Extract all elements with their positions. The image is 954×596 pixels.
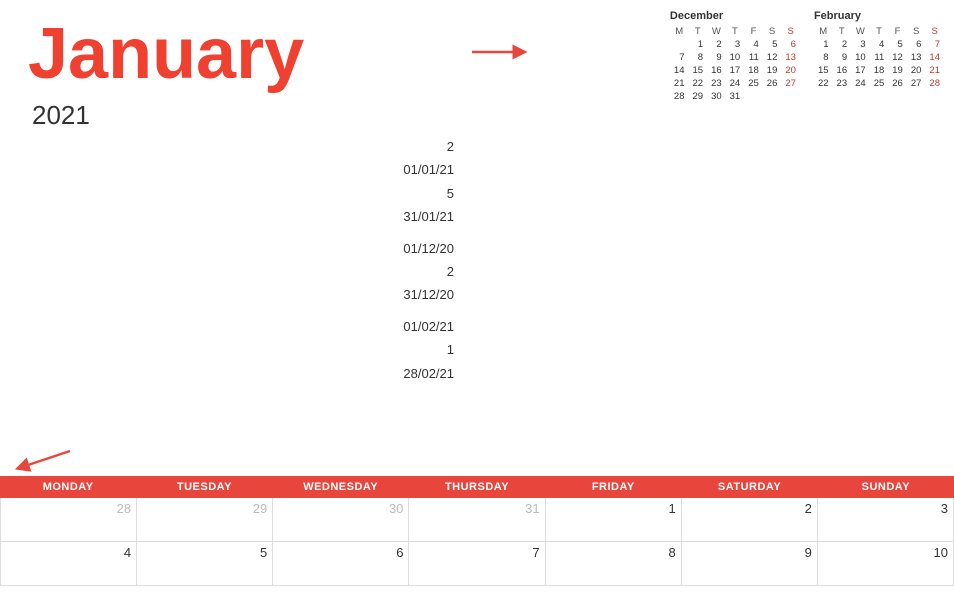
mini-cal-december-title: December xyxy=(670,10,800,22)
cal-header-cell: SATURDAY xyxy=(681,476,817,498)
cal-cell[interactable]: 3 xyxy=(818,498,954,542)
cal-header-cell: SUNDAY xyxy=(818,476,954,498)
cal-cell[interactable]: 7 xyxy=(409,542,545,586)
arrow-bottom-left xyxy=(10,445,78,478)
info-item-10: 28/02/21 xyxy=(403,362,454,385)
cal-cell[interactable]: 9 xyxy=(682,542,818,586)
info-item-7: 31/12/20 xyxy=(403,283,454,306)
mini-cal-february-title: February xyxy=(814,10,944,22)
month-title: January xyxy=(28,18,304,90)
info-item-8: 01/02/21 xyxy=(403,315,454,338)
cal-cell[interactable]: 28 xyxy=(1,498,137,542)
cal-cell[interactable]: 30 xyxy=(273,498,409,542)
info-item-3: 5 xyxy=(403,182,454,205)
mini-cal-december: December MTWTFSS 12345678910111213141516… xyxy=(670,10,800,103)
year-label: 2021 xyxy=(32,100,90,131)
calendar-body: 28293031123 45678910 xyxy=(0,498,954,586)
calendar-header: MONDAYTUESDAYWEDNESDAYTHURSDAYFRIDAYSATU… xyxy=(0,476,954,498)
cal-header-cell: THURSDAY xyxy=(409,476,545,498)
cal-cell[interactable]: 29 xyxy=(137,498,273,542)
cal-header-cell: FRIDAY xyxy=(545,476,681,498)
mini-cal-december-table: MTWTFSS 12345678910111213141516171819202… xyxy=(670,25,800,103)
main-calendar: MONDAYTUESDAYWEDNESDAYTHURSDAYFRIDAYSATU… xyxy=(0,476,954,596)
mini-cal-february-table: MTWTFSS 12345678910111213141516171819202… xyxy=(814,25,944,90)
info-item-6: 2 xyxy=(403,260,454,283)
info-section: 2 01/01/21 5 31/01/21 01/12/20 2 31/12/2… xyxy=(403,135,454,385)
mini-cal-february: February MTWTFSS 12345678910111213141516… xyxy=(814,10,944,103)
mini-calendars-container: December MTWTFSS 12345678910111213141516… xyxy=(670,10,944,103)
cal-header-cell: MONDAY xyxy=(0,476,136,498)
cal-cell[interactable]: 10 xyxy=(818,542,954,586)
arrow-december xyxy=(472,42,530,67)
cal-cell[interactable]: 5 xyxy=(137,542,273,586)
cal-header-cell: WEDNESDAY xyxy=(273,476,409,498)
info-item-4: 31/01/21 xyxy=(403,205,454,228)
cal-cell[interactable]: 2 xyxy=(682,498,818,542)
info-item-2: 01/01/21 xyxy=(403,158,454,181)
info-item-9: 1 xyxy=(403,338,454,361)
cal-cell[interactable]: 31 xyxy=(409,498,545,542)
cal-cell[interactable]: 1 xyxy=(546,498,682,542)
cal-cell[interactable]: 8 xyxy=(546,542,682,586)
cal-cell[interactable]: 4 xyxy=(1,542,137,586)
cal-header-cell: TUESDAY xyxy=(136,476,272,498)
cal-cell[interactable]: 6 xyxy=(273,542,409,586)
info-item-5: 01/12/20 xyxy=(403,237,454,260)
info-item-1: 2 xyxy=(403,135,454,158)
